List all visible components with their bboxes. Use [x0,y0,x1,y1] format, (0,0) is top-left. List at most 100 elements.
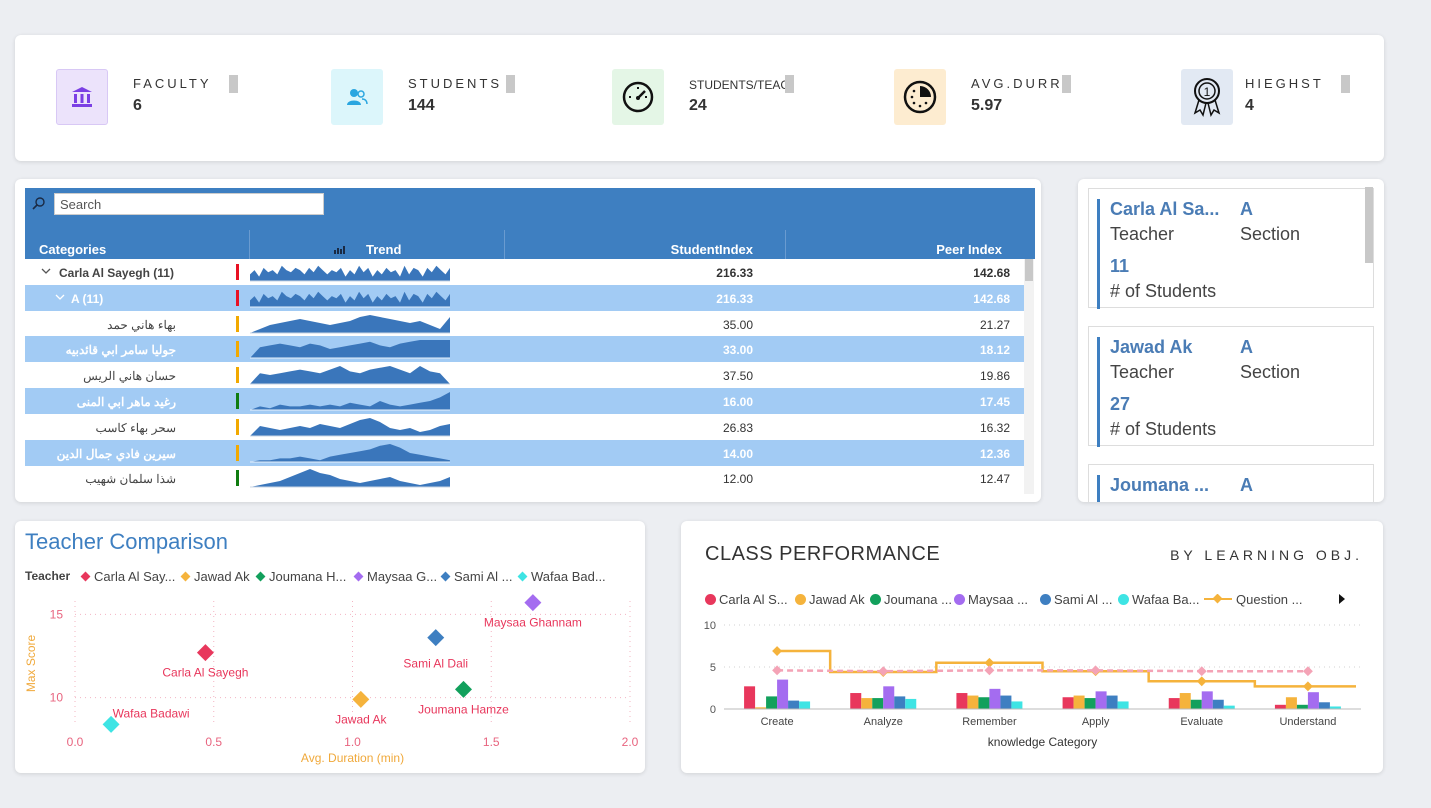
search-input[interactable]: Search [54,193,324,215]
bar[interactable] [788,700,800,709]
table-row[interactable]: رغيد ماهر ابي المنى 16.00 17.45 [25,388,1024,414]
trend-sparkline [250,366,450,385]
drag-handle[interactable] [506,75,515,93]
column-header-categories[interactable]: Categories [39,242,106,257]
x-tick-label: Remember [962,716,1017,728]
scatter-point[interactable] [352,690,370,708]
scatter-point[interactable] [524,594,542,612]
line-marker[interactable] [772,665,783,676]
scatter-point[interactable] [196,644,214,662]
chevron-down-icon[interactable] [55,294,65,301]
teacher-card[interactable]: Jawad Ak A Teacher Section 27 # of Students [1088,326,1374,447]
bar[interactable] [1307,692,1319,709]
scatter-point[interactable] [455,680,472,698]
bar[interactable] [894,696,906,709]
column-header-peer-index[interactable]: Peer Index [936,242,1002,257]
chevron-down-icon[interactable] [41,268,51,275]
bar[interactable] [1318,702,1330,709]
column-header-student-index[interactable]: StudentIndex [671,242,753,257]
bar[interactable] [1106,695,1118,709]
bar[interactable] [1296,704,1308,709]
teacher-card[interactable]: Joumana ...ATeacherSection# of Students [1088,464,1374,502]
bar[interactable] [1274,704,1286,709]
bar[interactable] [1190,699,1202,709]
x-axis-label: Avg. Duration (min) [301,751,404,765]
bar[interactable] [799,701,811,709]
bar[interactable] [905,698,917,709]
table-row[interactable]: جوليا سامر ابي قائدبيه 33.00 18.12 [25,336,1024,363]
row-name: A (11) [71,291,104,306]
row-name: سحر بهاء كاسب [95,420,176,435]
bar[interactable] [989,688,1001,709]
trend-sparkline [250,340,450,359]
matrix-group-row[interactable]: A (11) 216.33 142.68 [25,284,1024,311]
line-marker[interactable] [878,666,889,677]
drag-handle[interactable] [785,75,794,93]
bar[interactable] [766,696,778,709]
bar[interactable] [1212,699,1224,709]
teacher-comparison-chart: Teacher Comparison Teacher Carla Al Say.… [15,521,645,773]
x-tick-label: 1.5 [483,735,500,749]
point-label: Joumana Hamze [418,702,509,716]
drag-handle[interactable] [1062,75,1071,93]
bar[interactable] [1084,698,1096,709]
teacher-card[interactable]: Carla Al Sa... A Teacher Section 11 # of Stud… [1088,188,1374,309]
table-row[interactable]: سحر بهاء كاسب 26.83 16.32 [25,414,1024,440]
point-label: Wafaa Badawi [113,706,190,720]
teacher-name: Joumana ... [1110,475,1210,495]
bar[interactable] [967,695,979,709]
bar[interactable] [1223,705,1235,709]
status-flag [236,393,239,409]
line-marker[interactable] [1196,676,1207,687]
scatter-point[interactable] [427,629,445,647]
trend-sparkline [250,443,450,463]
table-row[interactable]: شذا سلمان شهيب 12.00 12.47 [25,465,1024,491]
bar[interactable] [1201,691,1213,709]
bar[interactable] [1062,697,1074,709]
line-marker[interactable] [772,646,783,656]
scrollbar-thumb[interactable] [1025,259,1033,281]
line-marker[interactable] [1302,681,1313,692]
bar[interactable] [1011,701,1023,709]
table-row[interactable]: حسان هاني الريس 37.50 19.86 [25,362,1024,388]
bar[interactable] [883,686,895,709]
table-row[interactable]: بهاء هاني حمد 35.00 21.27 [25,311,1024,337]
matrix-scrollbar[interactable] [1024,259,1034,494]
accent-bar [1097,337,1100,447]
bar[interactable] [744,686,756,709]
x-tick-label: 0.5 [205,735,222,749]
bar[interactable] [1000,695,1012,709]
students-count: 27 [1110,394,1131,414]
bar[interactable] [861,698,873,709]
bar[interactable] [850,693,862,709]
drag-handle[interactable] [1341,75,1350,93]
bar[interactable] [872,698,884,709]
line-marker[interactable] [984,665,995,676]
row-name: بهاء هاني حمد [107,317,176,332]
point-label: Carla Al Sayegh [162,666,248,680]
cards-scrollbar[interactable] [1365,187,1373,263]
student-index-value: 26.83 [722,420,753,435]
row-name: سيرين فادي جمال الدين [56,446,176,461]
column-header-trend[interactable]: Trend [366,242,401,257]
status-flag [236,341,239,358]
bar[interactable] [956,693,968,709]
bar[interactable] [777,679,789,709]
line-marker[interactable] [1196,666,1207,677]
bar[interactable] [1073,695,1085,709]
line-marker[interactable] [1302,666,1313,677]
bar[interactable] [1168,698,1180,709]
sparkline-icon [334,246,345,254]
matrix-group-row[interactable]: Carla Al Sayegh (11) 216.33 142.68 [25,259,1024,285]
bar[interactable] [1285,697,1297,709]
accent-bar [1097,475,1100,502]
kpi-value: 6 [133,97,142,114]
drag-handle[interactable] [229,75,238,93]
bar[interactable] [1179,693,1191,709]
bar[interactable] [1117,701,1129,709]
bar[interactable] [1095,691,1107,709]
bar[interactable] [978,697,990,709]
table-row[interactable]: سيرين فادي جمال الدين 14.00 12.36 [25,439,1024,466]
trend-sparkline [250,469,450,488]
teacher-name: Carla Al Sa... [1110,199,1220,219]
